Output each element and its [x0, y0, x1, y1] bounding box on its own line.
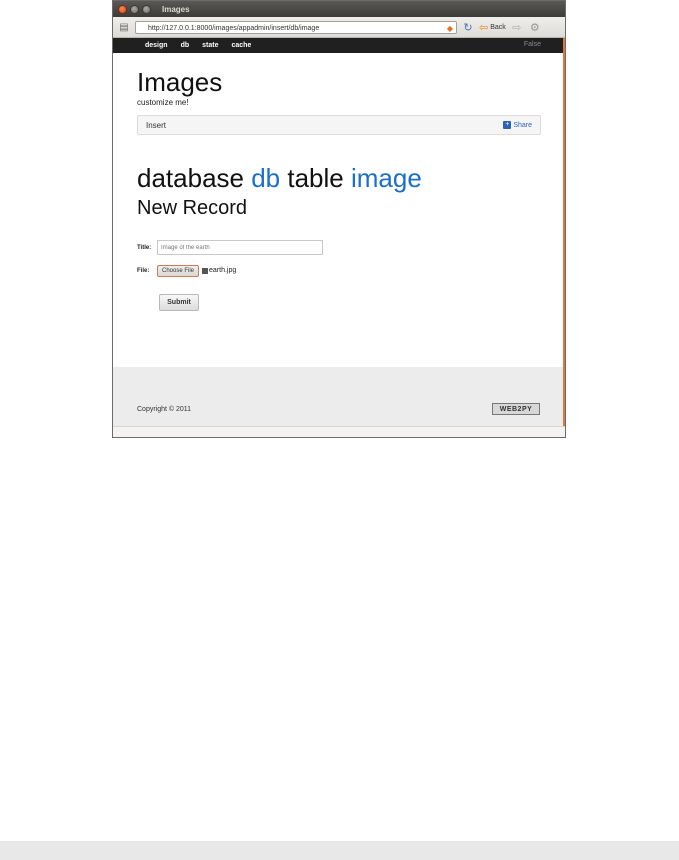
navbar-flag: False	[523, 41, 541, 48]
file-label: File:	[137, 267, 150, 274]
main-content: Images customize me! Insert + Share data…	[113, 67, 565, 311]
browser-window: Images ▤ http://127.0.0.1:8000/images/ap…	[112, 0, 566, 438]
window-title: Images	[162, 4, 190, 14]
choose-file-button[interactable]: Choose File	[157, 264, 200, 277]
page-edge-strip	[563, 38, 565, 428]
rss-icon[interactable]: ◆	[447, 22, 453, 35]
window-titlebar: Images	[113, 1, 565, 17]
share-label: Share	[513, 121, 532, 129]
maximize-window-icon[interactable]	[142, 4, 151, 14]
file-row: File: Choose File earth.jpg	[137, 262, 541, 279]
back-arrow-icon: ⇦	[479, 21, 489, 34]
address-bar[interactable]: http://127.0.0.1:8000/images/appadmin/in…	[135, 20, 457, 35]
nav-item-state[interactable]: state	[202, 42, 218, 49]
title-input[interactable]	[157, 240, 323, 255]
url-text: http://127.0.0.1:8000/images/appadmin/in…	[148, 24, 320, 32]
powered-by-web2py-badge[interactable]: WEB2PY	[492, 403, 540, 415]
nav-item-cache[interactable]: cache	[231, 42, 251, 49]
new-record-heading: New Record	[137, 197, 248, 219]
forward-icon[interactable]: ⇨	[510, 21, 524, 34]
title-row: Title:	[137, 239, 541, 256]
top-navbar: design db state cache False	[113, 38, 565, 53]
page-bottom-bar	[0, 841, 679, 860]
reload-icon[interactable]: ↻	[461, 21, 475, 34]
nav-item-db[interactable]: db	[181, 42, 190, 49]
nav-item-design[interactable]: design	[145, 42, 168, 49]
browser-toolbar: ▤ http://127.0.0.1:8000/images/appadmin/…	[113, 17, 565, 38]
title-label: Title:	[137, 244, 152, 251]
breadcrumb: Insert + Share	[137, 115, 541, 135]
page-title: Images	[137, 67, 223, 97]
copyright-text: Copyright © 2011	[137, 406, 192, 413]
database-heading: database db table image	[137, 163, 541, 193]
gear-icon[interactable]: ⚙	[528, 21, 542, 34]
submit-button[interactable]: Submit	[159, 294, 199, 311]
close-window-icon[interactable]	[118, 4, 127, 14]
horizontal-scrollbar[interactable]	[113, 426, 565, 437]
insert-form: Title: File: Choose File earth.jpg Submi…	[137, 239, 541, 311]
share-button[interactable]: + Share	[503, 121, 532, 129]
breadcrumb-insert: Insert	[146, 120, 167, 130]
heading-middle: table	[287, 163, 344, 193]
file-icon	[202, 267, 209, 274]
back-label: Back	[490, 23, 506, 31]
submit-row: Submit	[137, 291, 541, 311]
minimize-window-icon[interactable]	[130, 4, 139, 14]
page-subtitle: customize me!	[137, 98, 189, 107]
plus-icon: +	[503, 121, 512, 129]
heading-prefix: database	[137, 163, 244, 193]
db-link[interactable]: db	[251, 163, 280, 193]
table-link[interactable]: image	[351, 163, 422, 193]
back-button[interactable]: ⇦ Back	[479, 21, 506, 34]
selected-file-name: earth.jpg	[209, 267, 237, 274]
page-icon: ▤	[119, 21, 129, 33]
page-footer: Copyright © 2011 WEB2PY	[113, 367, 563, 427]
